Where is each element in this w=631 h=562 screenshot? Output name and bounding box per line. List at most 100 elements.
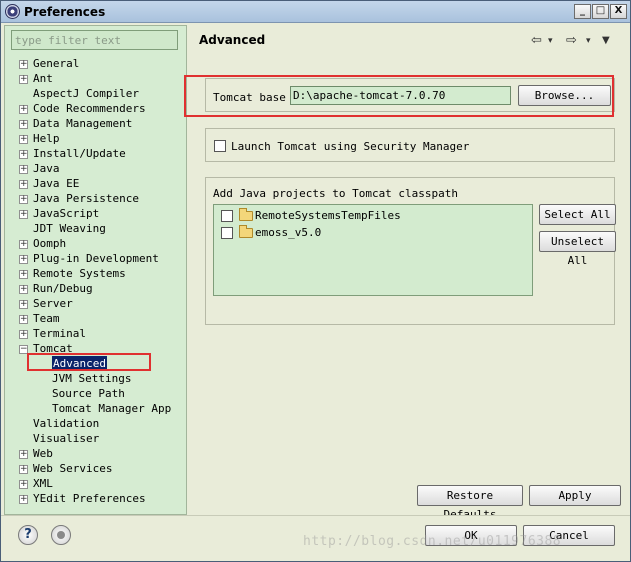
preference-page: Advanced ⇦ ▾ ⇨ ▾ ▼ Tomcat base D:\apache…: [184, 25, 629, 521]
back-arrow-icon[interactable]: ⇦: [531, 33, 542, 48]
project-name: RemoteSystemsTempFiles: [255, 209, 401, 222]
tree-item[interactable]: + Java Persistence: [5, 191, 186, 206]
folder-icon: [239, 225, 253, 238]
expand-icon[interactable]: +: [19, 135, 28, 144]
expand-icon[interactable]: +: [19, 60, 28, 69]
tree-item[interactable]: + Install/Update: [5, 146, 186, 161]
filter-input[interactable]: [11, 30, 178, 50]
expand-icon[interactable]: +: [19, 270, 28, 279]
tree-item[interactable]: + Oomph: [5, 236, 186, 251]
project-list[interactable]: RemoteSystemsTempFiles emoss_v5.0: [213, 204, 533, 296]
tree-item[interactable]: + Code Recommenders: [5, 101, 186, 116]
help-icon[interactable]: ?: [18, 525, 38, 545]
tree-item[interactable]: + Web: [5, 446, 186, 461]
tree-item[interactable]: + JavaScript: [5, 206, 186, 221]
expand-icon[interactable]: +: [19, 315, 28, 324]
expand-icon[interactable]: +: [19, 255, 28, 264]
tree-item[interactable]: JDT Weaving: [5, 221, 186, 236]
tree-item[interactable]: + Java: [5, 161, 186, 176]
expand-icon[interactable]: +: [19, 285, 28, 294]
expand-icon[interactable]: +: [19, 75, 28, 84]
tree-item-label: Remote Systems: [33, 267, 126, 280]
expand-icon[interactable]: +: [19, 330, 28, 339]
expand-icon[interactable]: +: [19, 495, 28, 504]
security-manager-label: Launch Tomcat using Security Manager: [231, 140, 470, 153]
close-button[interactable]: X: [610, 4, 627, 19]
preference-tree: + General + Ant AspectJ Compiler + Code Recomm…: [5, 56, 186, 506]
security-manager-checkbox[interactable]: [214, 140, 226, 152]
tree-item[interactable]: + Web Services: [5, 461, 186, 476]
tree-item-label: Terminal: [33, 327, 86, 340]
expand-icon[interactable]: +: [19, 180, 28, 189]
window-title: Preferences: [24, 5, 106, 19]
tree-item[interactable]: + Terminal: [5, 326, 186, 341]
tree-item[interactable]: + Help: [5, 131, 186, 146]
tree-item-label: Java: [33, 162, 60, 175]
restore-defaults-button[interactable]: Restore Defaults: [417, 485, 523, 521]
tree-item[interactable]: + Remote Systems: [5, 266, 186, 281]
tree-item[interactable]: + YEdit Preferences: [5, 491, 186, 506]
record-icon[interactable]: [51, 525, 71, 545]
tree-item-label: Source Path: [52, 387, 125, 400]
classpath-group: Add Java projects to Tomcat classpath Re…: [205, 177, 616, 325]
tree-item[interactable]: AspectJ Compiler: [5, 86, 186, 101]
classpath-label: Add Java projects to Tomcat classpath: [213, 187, 459, 200]
project-checkbox[interactable]: [221, 227, 233, 239]
tree-item[interactable]: JVM Settings: [5, 371, 186, 386]
expand-icon[interactable]: +: [19, 165, 28, 174]
tree-item-label: JavaScript: [33, 207, 100, 220]
highlight-box-advanced: [27, 353, 151, 371]
select-all-button[interactable]: Select All: [539, 204, 616, 225]
forward-menu-icon[interactable]: ▾: [586, 36, 591, 46]
expand-icon[interactable]: +: [19, 105, 28, 114]
project-checkbox[interactable]: [221, 210, 233, 222]
list-item[interactable]: emoss_v5.0: [214, 225, 532, 241]
tree-item-label: Run/Debug: [33, 282, 93, 295]
tree-item[interactable]: + Run/Debug: [5, 281, 186, 296]
tree-item[interactable]: Visualiser: [5, 431, 186, 446]
tree-item[interactable]: + XML: [5, 476, 186, 491]
expand-icon[interactable]: +: [19, 120, 28, 129]
expand-icon[interactable]: +: [19, 480, 28, 489]
expand-icon[interactable]: +: [19, 195, 28, 204]
unselect-all-button[interactable]: Unselect All: [539, 231, 616, 267]
expand-icon[interactable]: +: [19, 150, 28, 159]
page-title: Advanced: [199, 33, 266, 47]
tree-item[interactable]: Source Path: [5, 386, 186, 401]
expand-icon[interactable]: +: [19, 240, 28, 249]
tree-item[interactable]: + Server: [5, 296, 186, 311]
title-bar[interactable]: Preferences _ □ X: [1, 1, 630, 23]
tree-item[interactable]: Validation: [5, 416, 186, 431]
expand-icon[interactable]: +: [19, 465, 28, 474]
expand-icon[interactable]: +: [19, 210, 28, 219]
tree-item-label: Data Management: [33, 117, 133, 130]
expand-icon[interactable]: +: [19, 450, 28, 459]
tree-item-label: XML: [33, 477, 53, 490]
tree-item-label: JVM Settings: [52, 372, 132, 385]
tree-item[interactable]: + Plug-in Development: [5, 251, 186, 266]
tree-item[interactable]: + Data Management: [5, 116, 186, 131]
tree-item[interactable]: + Ant: [5, 71, 186, 86]
tree-item-label: Validation: [33, 417, 100, 430]
tree-item-label: Ant: [33, 72, 53, 85]
tree-item[interactable]: + Java EE: [5, 176, 186, 191]
tree-item-label: Team: [33, 312, 60, 325]
highlight-box-tomcat-base: [184, 75, 614, 117]
maximize-button[interactable]: □: [592, 4, 609, 19]
list-item[interactable]: RemoteSystemsTempFiles: [214, 208, 532, 224]
back-menu-icon[interactable]: ▾: [548, 36, 553, 46]
tree-item-label: Java EE: [33, 177, 80, 190]
watermark-text: http://blog.csdn.net/u011976388: [303, 534, 562, 549]
tree-item[interactable]: Tomcat Manager App: [5, 401, 186, 416]
forward-arrow-icon[interactable]: ⇨: [566, 33, 577, 48]
tree-item[interactable]: + General: [5, 56, 186, 71]
expand-icon[interactable]: +: [19, 300, 28, 309]
tree-item-label: General: [33, 57, 80, 70]
view-menu-icon[interactable]: ▼: [602, 35, 610, 46]
tree-item-label: AspectJ Compiler: [33, 87, 139, 100]
tree-item-label: Install/Update: [33, 147, 126, 160]
apply-button[interactable]: Apply: [529, 485, 621, 506]
minimize-button[interactable]: _: [574, 4, 591, 19]
tree-item-label: Plug-in Development: [33, 252, 159, 265]
tree-item[interactable]: + Team: [5, 311, 186, 326]
